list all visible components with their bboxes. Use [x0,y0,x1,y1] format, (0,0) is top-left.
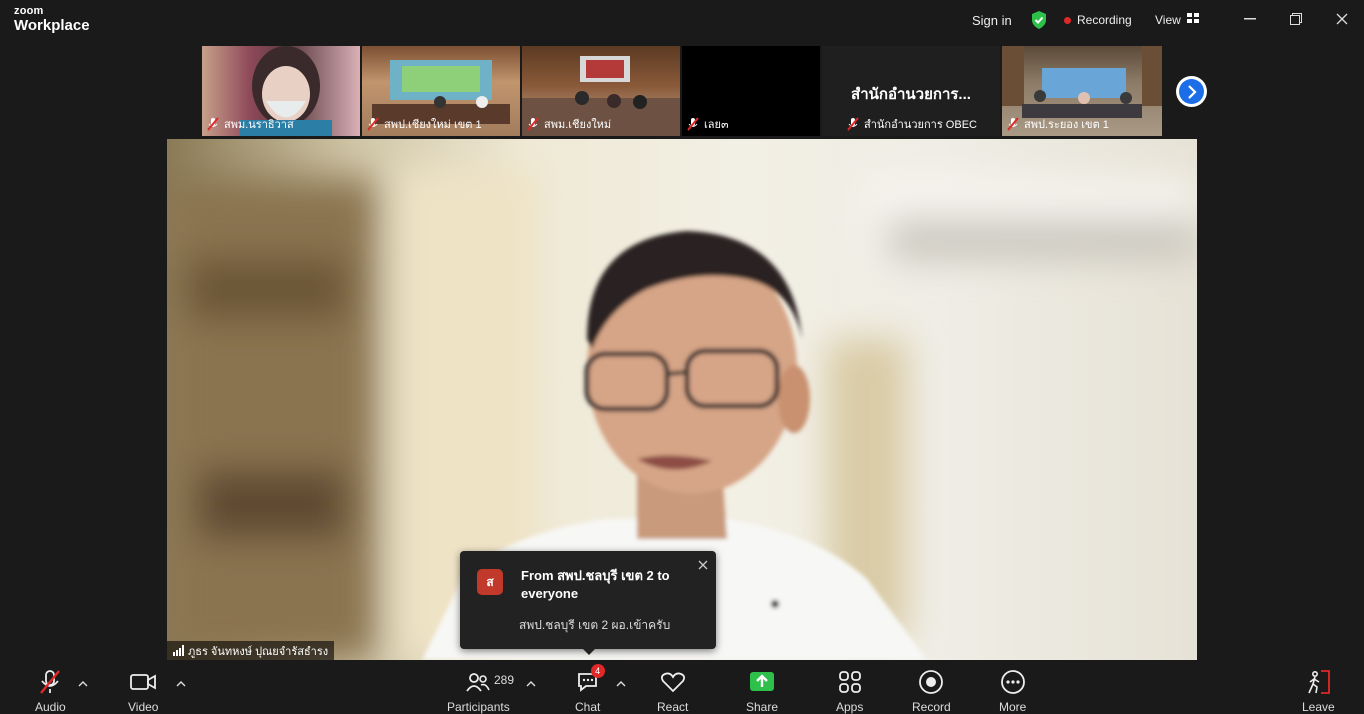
close-window-icon[interactable] [1330,8,1354,30]
recording-label: Recording [1077,13,1132,27]
participant-thumbnail[interactable]: สำนักอำนวยการ... สำนักอำนวยการ OBEC [822,46,1000,136]
minimize-icon[interactable] [1238,8,1262,30]
chat-unread-badge: 4 [590,664,605,678]
sender-avatar: ส [477,569,503,595]
record-icon [918,668,944,696]
video-options-caret-icon[interactable] [176,676,186,687]
audio-options-caret-icon[interactable] [78,676,88,687]
toast-pointer [582,648,596,655]
thumbnail-label: สพม.เชียงใหม่ [526,115,611,133]
audio-button[interactable]: Audio [35,668,66,714]
thumbnail-label: สำนักอำนวยการ OBEC [846,115,977,133]
chat-message-text: สพป.ชลบุรี เขต 2 ผอ.เข้าครับ [519,618,671,632]
chat-options-caret-icon[interactable] [616,676,626,687]
logo-bottom-text: Workplace [14,17,90,34]
share-screen-icon [749,668,775,696]
mic-muted-icon [686,117,700,131]
mic-muted-icon [1006,117,1020,131]
video-button[interactable]: Video [128,668,158,714]
next-page-button[interactable] [1176,76,1207,107]
chevron-right-icon [1179,79,1204,104]
participant-thumbnail[interactable]: สพป.ระยอง เขต 1 [1002,46,1162,136]
participant-thumbnail[interactable]: สพม.เชียงใหม่ [522,46,680,136]
apps-button[interactable]: Apps [836,668,863,714]
participants-count: 289 [494,673,515,687]
heart-icon [660,668,686,696]
chat-button[interactable]: 4 Chat [575,664,605,714]
view-label: View [1155,13,1181,27]
mic-muted-icon [526,117,540,131]
thumbnail-label: เลย๓ [686,115,728,133]
mic-muted-icon [206,117,220,131]
logo-top-text: zoom [14,5,44,17]
title-bar: zoom Workplace Sign in Recording View [0,0,1364,42]
microphone-muted-icon [38,668,62,696]
share-screen-button[interactable]: Share [746,668,778,714]
participant-thumbnail[interactable]: สพม.นราธิวาส [202,46,360,136]
gallery-grid-icon [1186,13,1199,27]
speaker-name-label: ภูธร จันทหงษ์ ปุณยจำรัสธำรง [167,641,335,660]
more-button[interactable]: More [999,668,1026,714]
chat-notification-toast[interactable]: ส From สพป.ชลบุรี เขต 2 to everyone สพป.… [460,551,716,655]
close-icon[interactable] [698,557,712,571]
apps-icon [838,668,862,696]
meeting-toolbar: Audio Video Participants 289 4 Chat Reac… [0,660,1364,714]
participants-options-caret-icon[interactable] [526,676,536,687]
mic-muted-icon [366,117,380,131]
video-camera-icon [129,668,157,696]
participant-thumbnail[interactable]: เลย๓ [682,46,820,136]
thumbnail-label: สพป.เชียงใหม่ เขต 1 [366,115,482,133]
participants-icon [465,668,491,696]
signal-strength-icon [173,645,184,656]
participant-thumbnail[interactable]: สพป.เชียงใหม่ เขต 1 [362,46,520,136]
mic-muted-icon [846,117,860,131]
react-button[interactable]: React [657,668,688,714]
record-button[interactable]: Record [912,668,951,714]
more-dots-icon [1000,668,1026,696]
sign-in-link[interactable]: Sign in [972,0,1012,40]
thumbnail-label: สพม.นราธิวาส [206,115,294,133]
thumbnail-label: สพป.ระยอง เขต 1 [1006,115,1109,133]
restore-icon[interactable] [1284,8,1308,30]
recording-dot-icon [1064,16,1071,24]
chat-from-text: From สพป.ชลบุรี เขต 2 to everyone [521,568,670,601]
leave-button[interactable]: Leave [1302,668,1335,714]
view-button[interactable]: View [1155,0,1199,40]
security-shield-icon[interactable] [1030,0,1048,40]
thumbnail-big-name: สำนักอำนวยการ... [851,86,971,103]
zoom-logo: zoom Workplace [14,5,90,34]
recording-indicator[interactable]: Recording [1064,0,1132,40]
leave-door-icon [1305,668,1331,696]
chat-bubble-icon: 4 [576,664,605,696]
